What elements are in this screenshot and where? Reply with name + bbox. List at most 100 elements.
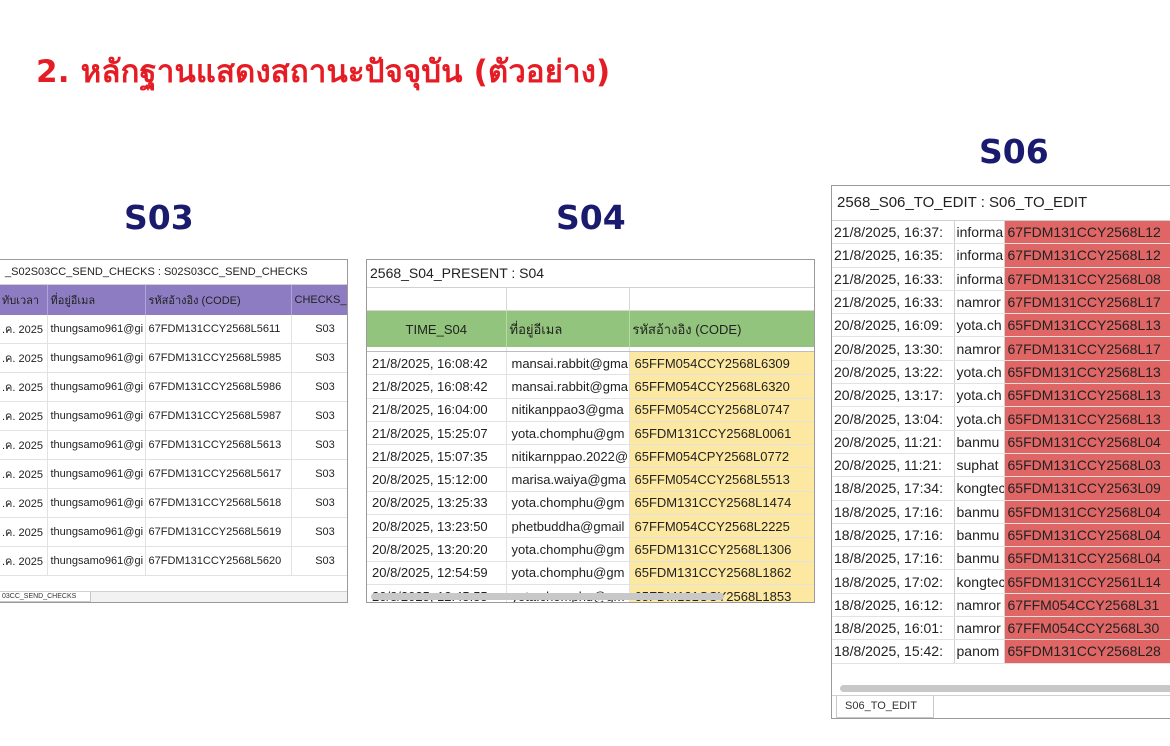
table-row[interactable]: 18/8/2025, 17:16: banmu 65FDM131CCY2568L04: [832, 500, 1170, 524]
table-cell[interactable]: yota.chomphu@gm: [506, 561, 630, 585]
table-cell[interactable]: 65FDM131CCY2568L04: [1004, 430, 1170, 454]
table-cell[interactable]: namror: [954, 593, 1005, 618]
table-row[interactable]: 20/8/2025, 13:25:33 yota.chomphu@gm 65FDM1…: [367, 491, 814, 516]
table-row[interactable]: 20/8/2025, 16:09: yota.ch 65FDM131CCY2568L…: [832, 313, 1170, 338]
table-cell[interactable]: phetbuddha@gmail: [506, 514, 630, 539]
table-cell[interactable]: informa: [954, 221, 1005, 245]
table-cell[interactable]: 20/8/2025, 12:54:59: [367, 561, 507, 585]
table-cell[interactable]: 65FFM054CCY2568L6309: [629, 351, 814, 376]
table-cell[interactable]: 18/8/2025, 15:42:: [832, 639, 955, 664]
table-cell[interactable]: namror: [954, 290, 1005, 315]
table-row[interactable]: 21/8/2025, 15:25:07 yota.chomphu@gm 65FDM1…: [367, 421, 814, 446]
table-cell[interactable]: banmu: [954, 546, 1005, 571]
table-cell[interactable]: 21/8/2025, 16:37:: [832, 221, 955, 245]
table-cell[interactable]: 67FDM131CCY2568L12: [1004, 243, 1170, 268]
table-cell[interactable]: S03: [291, 459, 347, 489]
table-cell[interactable]: 67FDM131CCY2568L5620: [145, 546, 292, 576]
table-row[interactable]: 20/8/2025, 11:21: banmu 65FDM131CCY2568L04: [832, 430, 1170, 454]
table-cell[interactable]: S03: [291, 401, 347, 431]
column-header[interactable]: รหัสอ้างอิง (CODE): [145, 285, 292, 315]
table-row[interactable]: .ค. 2025 thungsamo961@gi 67FDM131CCY2568L5…: [0, 517, 347, 547]
table-cell[interactable]: 65FFM054CCY2568L6320: [629, 374, 814, 399]
table-row[interactable]: 20/8/2025, 13:22: yota.ch 65FDM131CCY2568L…: [832, 360, 1170, 385]
table-cell[interactable]: 67FDM131CCY2568L5613: [145, 430, 292, 460]
table-cell[interactable]: 20/8/2025, 13:20:20: [367, 537, 507, 562]
table-cell[interactable]: thungsamo961@gi: [47, 401, 146, 431]
table-cell[interactable]: .ค. 2025: [0, 517, 48, 547]
table-row[interactable]: 20/8/2025, 15:12:00 marisa.waiya@gma 65FFM…: [367, 467, 814, 492]
table-row[interactable]: .ค. 2025 thungsamo961@gi 67FDM131CCY2568L5…: [0, 546, 347, 576]
table-cell[interactable]: 67FDM131CCY2568L5987: [145, 401, 292, 431]
table-cell[interactable]: kongtec: [954, 569, 1005, 594]
table-cell[interactable]: 67FDM131CCY2568L5985: [145, 343, 292, 373]
table-row[interactable]: 21/8/2025, 16:35: informa 67FDM131CCY2568L…: [832, 243, 1170, 268]
table-cell[interactable]: 20/8/2025, 16:09:: [832, 313, 955, 338]
table-cell[interactable]: thungsamo961@gi: [47, 315, 146, 344]
table-row[interactable]: 21/8/2025, 16:37: informa 67FDM131CCY2568L…: [832, 221, 1170, 245]
table-cell[interactable]: .ค. 2025: [0, 315, 48, 344]
table-cell[interactable]: 67FDM131CCY2568L17: [1004, 336, 1170, 361]
table-cell[interactable]: 67FDM131CCY2568L5617: [145, 459, 292, 489]
table-cell[interactable]: mansai.rabbit@gma: [506, 351, 630, 376]
table-row[interactable]: 20/8/2025, 13:04: yota.ch 65FDM131CCY2568L…: [832, 406, 1170, 431]
horizontal-scrollbar[interactable]: [840, 685, 1170, 692]
table-cell[interactable]: 65FDM131CCY2568L04: [1004, 523, 1170, 548]
table-cell[interactable]: banmu: [954, 523, 1005, 548]
table-row[interactable]: 21/8/2025, 16:04:00 nitikanppao3@gma 65FFM…: [367, 398, 814, 422]
table-cell[interactable]: 67FFM054CCY2568L2225: [629, 514, 814, 539]
table-row[interactable]: .ค. 2025 thungsamo961@gi 67FDM131CCY2568L5…: [0, 459, 347, 489]
table-cell[interactable]: 67FDM131CCY2568L08: [1004, 267, 1170, 291]
table-cell[interactable]: 18/8/2025, 16:12:: [832, 593, 955, 618]
column-header[interactable]: ที่อยู่อีเมล: [506, 310, 630, 347]
table-row[interactable]: .ค. 2025 thungsamo961@gi 67FDM131CCY2568L5…: [0, 315, 347, 344]
table-row[interactable]: 18/8/2025, 17:34: kongtec 65FDM131CCY2563L…: [832, 476, 1170, 501]
table-cell[interactable]: nitikanppao3@gma: [506, 398, 630, 422]
table-cell[interactable]: 67FDM131CCY2568L17: [1004, 290, 1170, 315]
table-cell[interactable]: 65FDM131CCY2568L13: [1004, 313, 1170, 338]
table-cell[interactable]: thungsamo961@gi: [47, 546, 146, 576]
horizontal-scrollbar[interactable]: [371, 593, 724, 600]
table-cell[interactable]: 65FDM131CCY2568L04: [1004, 500, 1170, 524]
table-cell[interactable]: 20/8/2025, 13:30:: [832, 336, 955, 361]
table-cell[interactable]: .ค. 2025: [0, 430, 48, 460]
table-cell[interactable]: 21/8/2025, 15:07:35: [367, 444, 507, 469]
table-cell[interactable]: namror: [954, 336, 1005, 361]
table-cell[interactable]: yota.ch: [954, 406, 1005, 431]
table-cell[interactable]: 67FFM054CCY2568L30: [1004, 616, 1170, 641]
table-cell[interactable]: mansai.rabbit@gma: [506, 374, 630, 399]
table-row[interactable]: 18/8/2025, 17:02: kongtec 65FDM131CCY2561L…: [832, 569, 1170, 594]
table-cell[interactable]: 67FDM131CCY2568L5986: [145, 372, 292, 402]
table-cell[interactable]: 18/8/2025, 17:16:: [832, 546, 955, 571]
table-cell[interactable]: 65FFM054CCY2568L0747: [629, 398, 814, 422]
table-cell[interactable]: 65FFM054CPY2568L0772: [629, 444, 814, 469]
table-cell[interactable]: 20/8/2025, 13:23:50: [367, 514, 507, 539]
table-cell[interactable]: 21/8/2025, 16:04:00: [367, 398, 507, 422]
table-row[interactable]: 20/8/2025, 12:54:59 yota.chomphu@gm 65FDM1…: [367, 561, 814, 585]
table-cell[interactable]: 67FFM054CCY2568L31: [1004, 593, 1170, 618]
table-cell[interactable]: 65FDM131CCY2563L09: [1004, 476, 1170, 501]
table-cell[interactable]: 20/8/2025, 13:17:: [832, 383, 955, 408]
table-row[interactable]: 21/8/2025, 16:33: namror 67FDM131CCY2568L1…: [832, 290, 1170, 315]
column-header[interactable]: ที่อยู่อีเมล: [47, 285, 146, 315]
table-cell[interactable]: 65FDM131CCY2568L13: [1004, 406, 1170, 431]
table-cell[interactable]: banmu: [954, 500, 1005, 524]
table-row[interactable]: 21/8/2025, 16:08:42 mansai.rabbit@gma 65FF…: [367, 374, 814, 399]
table-cell[interactable]: panom: [954, 639, 1005, 664]
table-cell[interactable]: 65FDM131CCY2568L1306: [629, 537, 814, 562]
table-cell[interactable]: 20/8/2025, 11:21:: [832, 430, 955, 454]
table-cell[interactable]: 67FDM131CCY2568L12: [1004, 221, 1170, 245]
table-cell[interactable]: 21/8/2025, 15:25:07: [367, 421, 507, 446]
table-cell[interactable]: 21/8/2025, 16:08:42: [367, 351, 507, 376]
table-cell[interactable]: marisa.waiya@gma: [506, 467, 630, 492]
table-row[interactable]: 21/8/2025, 15:07:35 nitikarnppao.2022@ 65F…: [367, 444, 814, 469]
table-cell[interactable]: 18/8/2025, 17:16:: [832, 500, 955, 524]
table-row[interactable]: .ค. 2025 thungsamo961@gi 67FDM131CCY2568L5…: [0, 401, 347, 431]
table-cell[interactable]: .ค. 2025: [0, 459, 48, 489]
table-row[interactable]: 20/8/2025, 13:20:20 yota.chomphu@gm 65FDM1…: [367, 537, 814, 562]
table-cell[interactable]: 20/8/2025, 13:22:: [832, 360, 955, 385]
table-row[interactable]: 18/8/2025, 16:12: namror 67FFM054CCY2568L3…: [832, 593, 1170, 618]
table-row[interactable]: 20/8/2025, 11:21: suphat 65FDM131CCY2568L0…: [832, 453, 1170, 478]
table-cell[interactable]: S03: [291, 546, 347, 576]
table-cell[interactable]: 65FDM131CCY2568L04: [1004, 546, 1170, 571]
table-cell[interactable]: thungsamo961@gi: [47, 488, 146, 518]
